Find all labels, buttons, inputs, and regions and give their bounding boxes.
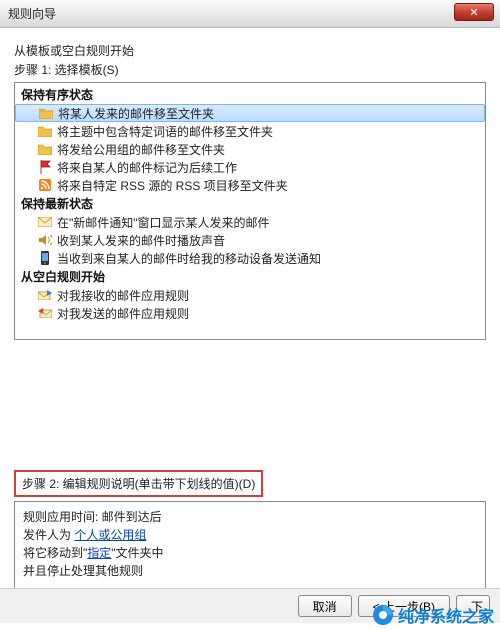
list-item-label: 当收到来自某人的邮件时给我的移动设备发送通知 xyxy=(57,250,321,267)
step1-label: 步骤 1: 选择模板(S) xyxy=(14,61,486,78)
envelope-in-icon xyxy=(37,288,53,302)
step2-label: 步骤 2: 编辑规则说明(单击带下划线的值)(D) xyxy=(22,477,255,491)
list-item-move-subject[interactable]: 将主题中包含特定词语的邮件移至文件夹 xyxy=(15,122,485,140)
subtitle: 从模板或空白规则开始 xyxy=(14,42,486,59)
list-item-label: 将主题中包含特定词语的邮件移至文件夹 xyxy=(57,123,273,140)
close-button[interactable]: ✕ xyxy=(454,3,494,21)
next-button[interactable]: 下 xyxy=(456,595,490,617)
list-item-label: 在"新邮件通知"窗口显示某人发来的邮件 xyxy=(57,214,270,231)
step2-highlight: 步骤 2: 编辑规则说明(单击带下划线的值)(D) xyxy=(14,470,263,497)
folder-icon xyxy=(37,124,53,138)
list-item-rss[interactable]: 将来自特定 RSS 源的 RSS 项目移至文件夹 xyxy=(15,176,485,194)
back-button[interactable]: < 上一步(B) xyxy=(358,595,450,617)
content-area: 从模板或空白规则开始 步骤 1: 选择模板(S) 保持有序状态 将某人发来的邮件… xyxy=(0,28,500,611)
group-header-blank: 从空白规则开始 xyxy=(15,267,485,286)
rule-description-box: 规则应用时间: 邮件到达后 发件人为 个人或公用组 将它移动到"指定"文件夹中 … xyxy=(14,501,486,601)
group-header-ordered: 保持有序状态 xyxy=(15,85,485,104)
list-item-label: 将发给公用组的邮件移至文件夹 xyxy=(57,141,225,158)
list-item-sound[interactable]: 收到某人发来的邮件时播放声音 xyxy=(15,231,485,249)
desc-line4: 并且停止处理其他规则 xyxy=(23,562,477,580)
template-listbox[interactable]: 保持有序状态 将某人发来的邮件移至文件夹 将主题中包含特定词语的邮件移至文件夹 … xyxy=(14,82,486,340)
list-item-mobile[interactable]: 当收到来自某人的邮件时给我的移动设备发送通知 xyxy=(15,249,485,267)
close-icon: ✕ xyxy=(469,6,478,19)
list-item-flag[interactable]: 将来自某人的邮件标记为后续工作 xyxy=(15,158,485,176)
list-item-label: 将来自特定 RSS 源的 RSS 项目移至文件夹 xyxy=(57,177,288,194)
list-item-move-group[interactable]: 将发给公用组的邮件移至文件夹 xyxy=(15,140,485,158)
link-folder[interactable]: 指定 xyxy=(87,546,111,560)
mobile-icon xyxy=(37,251,53,265)
list-item-label: 对我发送的邮件应用规则 xyxy=(57,305,189,322)
sound-icon xyxy=(37,233,53,247)
list-item-outgoing[interactable]: 对我发送的邮件应用规则 xyxy=(15,304,485,322)
list-item-label: 收到某人发来的邮件时播放声音 xyxy=(57,232,225,249)
window-title: 规则向导 xyxy=(8,5,56,22)
titlebar: 规则向导 ✕ xyxy=(0,0,500,28)
link-sender[interactable]: 个人或公用组 xyxy=(74,528,146,542)
cancel-button[interactable]: 取消 xyxy=(298,595,352,617)
folder-icon xyxy=(38,106,54,120)
desc-line3: 将它移动到"指定"文件夹中 xyxy=(23,544,477,562)
mail-alert-icon xyxy=(37,215,53,229)
desc-line1: 规则应用时间: 邮件到达后 xyxy=(23,508,477,526)
list-item-label: 将来自某人的邮件标记为后续工作 xyxy=(57,159,237,176)
list-item-move-from-person[interactable]: 将某人发来的邮件移至文件夹 xyxy=(15,104,485,122)
desc-line2: 发件人为 个人或公用组 xyxy=(23,526,477,544)
list-item-label: 对我接收的邮件应用规则 xyxy=(57,287,189,304)
button-row: 取消 < 上一步(B) 下 xyxy=(0,588,500,623)
list-item-alert[interactable]: 在"新邮件通知"窗口显示某人发来的邮件 xyxy=(15,213,485,231)
rss-icon xyxy=(37,178,53,192)
list-item-label: 将某人发来的邮件移至文件夹 xyxy=(58,105,214,122)
folder-icon xyxy=(37,142,53,156)
envelope-out-icon xyxy=(37,306,53,320)
flag-icon xyxy=(37,160,53,174)
group-header-uptodate: 保持最新状态 xyxy=(15,194,485,213)
list-item-incoming[interactable]: 对我接收的邮件应用规则 xyxy=(15,286,485,304)
